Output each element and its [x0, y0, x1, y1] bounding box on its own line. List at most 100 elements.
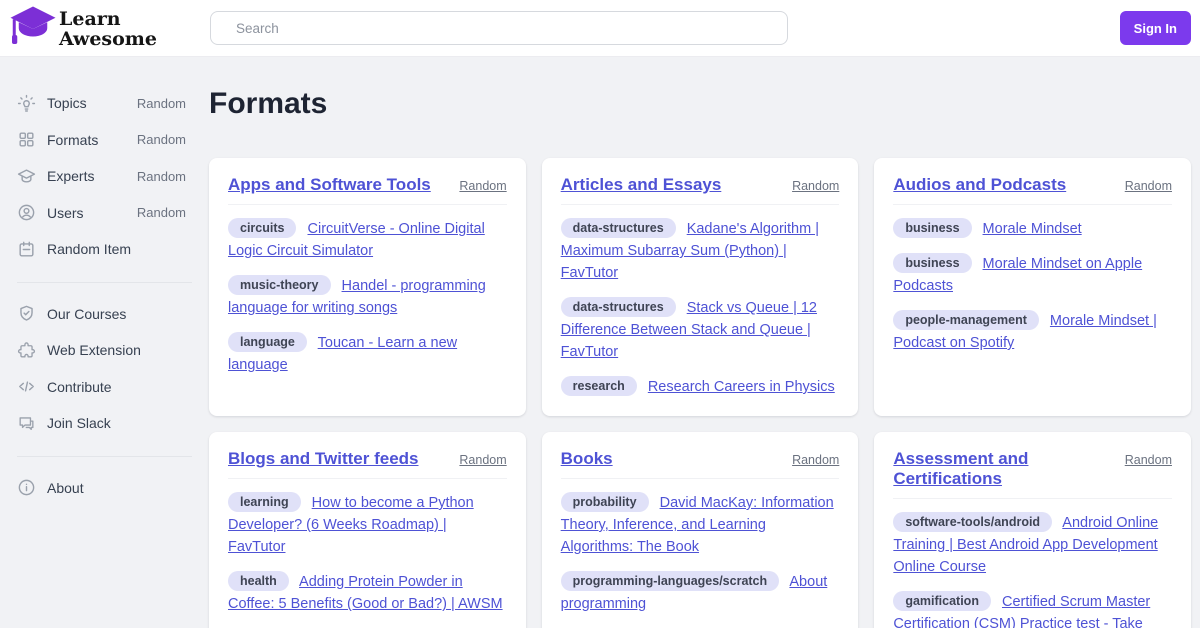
grid-icon	[17, 130, 36, 149]
graduation-cap-icon	[17, 167, 36, 186]
card-title-link[interactable]: Books	[561, 449, 613, 469]
list-item: language Toucan - Learn a new language	[228, 332, 507, 376]
card-items: software-tools/android Android Online Tr…	[893, 512, 1172, 628]
item-link[interactable]: Morale Mindset	[983, 221, 1082, 237]
list-item: data-structures Stack vs Queue | 12 Diff…	[561, 297, 840, 363]
top-header: Learn Awesome Sign In	[0, 0, 1200, 57]
sidebar-divider	[17, 456, 192, 457]
sidebar-item-label: Contribute	[47, 379, 112, 395]
card-random-link[interactable]: Random	[1125, 453, 1172, 467]
sidebar-item-label: Topics	[47, 95, 87, 111]
list-item: learning How to become a Python Develope…	[228, 492, 507, 558]
list-item: business Morale Mindset on Apple Podcast…	[893, 253, 1172, 297]
sidebar-item-label: About	[47, 480, 84, 496]
card-title-link[interactable]: Assessment and Certifications	[893, 449, 1116, 489]
sidebar-item-label: Our Courses	[47, 306, 126, 322]
card-items: learning How to become a Python Develope…	[228, 492, 507, 628]
item-tag[interactable]: circuits	[228, 218, 296, 238]
sidebar-random-link-experts[interactable]: Random	[137, 169, 186, 184]
card-header: Audios and Podcasts Random	[893, 175, 1172, 195]
list-item: health Adding Protein Powder in Coffee: …	[228, 571, 507, 615]
sidebar-item-formats[interactable]: Formats Random	[0, 122, 209, 159]
cards-grid: Apps and Software Tools Random circuits …	[209, 158, 1191, 628]
sidebar-item-our-courses[interactable]: Our Courses	[0, 296, 209, 333]
card-divider	[893, 204, 1172, 205]
item-tag[interactable]: people-management	[893, 310, 1039, 330]
sidebar-item-random-item[interactable]: Random Item	[0, 231, 209, 268]
item-tag[interactable]: probability	[561, 492, 649, 512]
sidebar-item-experts[interactable]: Experts Random	[0, 158, 209, 195]
item-tag[interactable]: music-theory	[228, 275, 331, 295]
card-divider	[228, 478, 507, 479]
format-card: Apps and Software Tools Random circuits …	[209, 158, 526, 416]
sidebar-item-contribute[interactable]: Contribute	[0, 369, 209, 406]
card-header: Apps and Software Tools Random	[228, 175, 507, 195]
card-random-link[interactable]: Random	[459, 179, 506, 193]
list-item: circuits CircuitVerse - Online Digital L…	[228, 218, 507, 262]
sidebar-random-link-users[interactable]: Random	[137, 205, 186, 220]
calendar-icon	[17, 240, 36, 259]
search-input[interactable]	[210, 11, 788, 45]
item-tag[interactable]: data-structures	[561, 218, 676, 238]
card-items: data-structures Kadane's Algorithm | Max…	[561, 218, 840, 398]
item-tag[interactable]: programming-languages/scratch	[561, 571, 780, 591]
graduation-cap-logo-icon	[9, 3, 57, 54]
puzzle-icon	[17, 341, 36, 360]
card-random-link[interactable]: Random	[459, 453, 506, 467]
card-random-link[interactable]: Random	[792, 179, 839, 193]
card-divider	[228, 204, 507, 205]
sidebar-random-link-topics[interactable]: Random	[137, 96, 186, 111]
item-link[interactable]: Research Careers in Physics	[648, 379, 835, 395]
logo-text: Learn Awesome	[59, 9, 157, 49]
sidebar-divider	[17, 282, 192, 283]
list-item: probability David MacKay: Information Th…	[561, 492, 840, 558]
card-title-link[interactable]: Audios and Podcasts	[893, 175, 1066, 195]
list-item: gamification Certified Scrum Master Cert…	[893, 591, 1172, 628]
info-icon	[17, 478, 36, 497]
lightbulb-icon	[17, 94, 36, 113]
sidebar-item-label: Users	[47, 205, 84, 221]
card-title-link[interactable]: Articles and Essays	[561, 175, 722, 195]
sidebar-item-label: Join Slack	[47, 415, 111, 431]
sidebar-item-web-extension[interactable]: Web Extension	[0, 332, 209, 369]
list-item: business Morale Mindset	[893, 218, 1172, 240]
list-item: music-theory Handel - programming langua…	[228, 275, 507, 319]
main-content: Formats Apps and Software Tools Random c…	[209, 57, 1200, 628]
format-card: Articles and Essays Random data-structur…	[542, 158, 859, 416]
format-card: Blogs and Twitter feeds Random learning …	[209, 432, 526, 628]
list-item: data-structures Kadane's Algorithm | Max…	[561, 218, 840, 284]
sidebar-item-join-slack[interactable]: Join Slack	[0, 405, 209, 442]
logo[interactable]: Learn Awesome	[0, 3, 210, 54]
item-tag[interactable]: health	[228, 571, 289, 591]
card-title-link[interactable]: Blogs and Twitter feeds	[228, 449, 419, 469]
sidebar-item-label: Experts	[47, 168, 94, 184]
card-divider	[561, 478, 840, 479]
item-tag[interactable]: learning	[228, 492, 301, 512]
item-tag[interactable]: language	[228, 332, 307, 352]
list-item: software-tools/android Android Online Tr…	[893, 512, 1172, 578]
item-tag[interactable]: software-tools/android	[893, 512, 1052, 532]
card-divider	[893, 498, 1172, 499]
card-random-link[interactable]: Random	[792, 453, 839, 467]
format-card: Assessment and Certifications Random sof…	[874, 432, 1191, 628]
card-title-link[interactable]: Apps and Software Tools	[228, 175, 431, 195]
sidebar-item-users[interactable]: Users Random	[0, 195, 209, 232]
card-items: circuits CircuitVerse - Online Digital L…	[228, 218, 507, 376]
card-divider	[561, 204, 840, 205]
sidebar-item-about[interactable]: About	[0, 470, 209, 507]
sidebar-item-topics[interactable]: Topics Random	[0, 85, 209, 122]
sidebar: Topics Random Formats Random	[0, 57, 209, 628]
item-tag[interactable]: research	[561, 376, 637, 396]
card-header: Assessment and Certifications Random	[893, 449, 1172, 489]
item-tag[interactable]: gamification	[893, 591, 991, 611]
item-tag[interactable]: business	[893, 253, 971, 273]
sign-in-button[interactable]: Sign In	[1120, 11, 1191, 45]
card-random-link[interactable]: Random	[1125, 179, 1172, 193]
code-icon	[17, 377, 36, 396]
item-tag[interactable]: business	[893, 218, 971, 238]
sidebar-random-link-formats[interactable]: Random	[137, 132, 186, 147]
card-header: Blogs and Twitter feeds Random	[228, 449, 507, 469]
item-tag[interactable]: data-structures	[561, 297, 676, 317]
user-circle-icon	[17, 203, 36, 222]
card-items: probability David MacKay: Information Th…	[561, 492, 840, 628]
